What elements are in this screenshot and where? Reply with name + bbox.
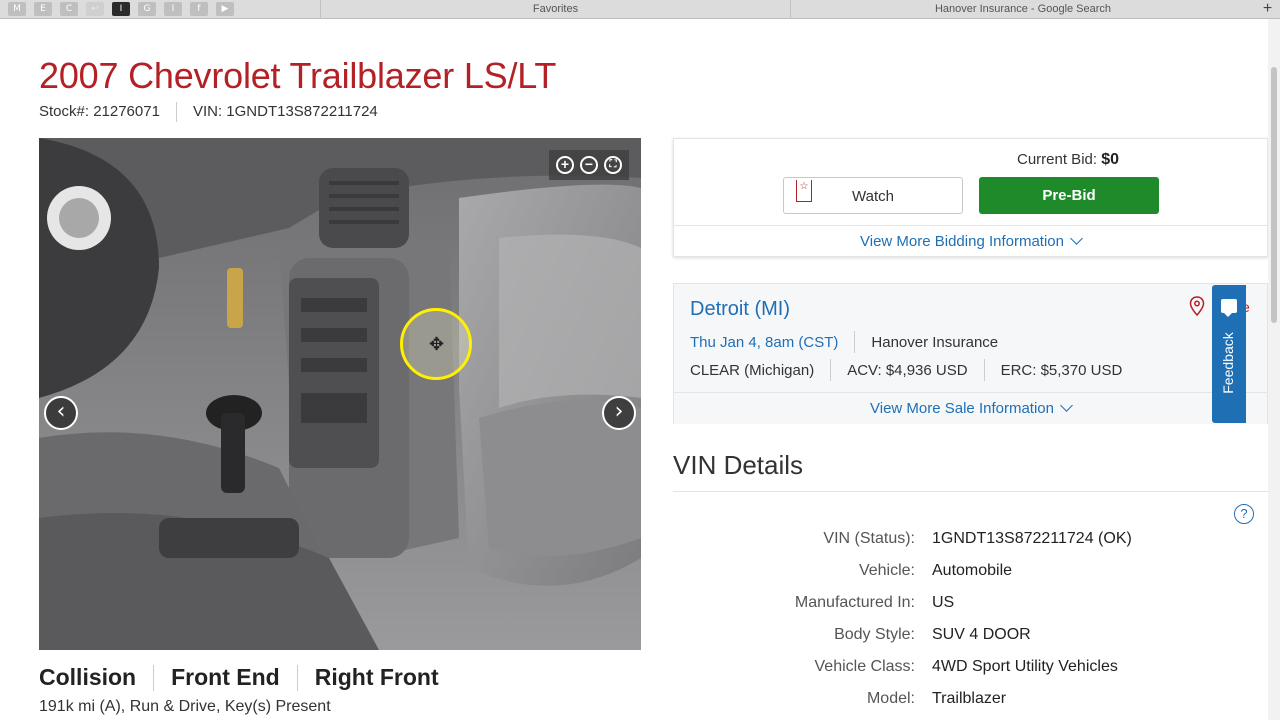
new-tab-button[interactable]: + (1255, 0, 1280, 18)
chevron-down-icon (1070, 232, 1083, 245)
vin-detail-row: Vehicle Class: 4WD Sport Utility Vehicle… (673, 658, 1233, 690)
damage-secondary: Front End (171, 664, 280, 690)
map-pin-icon[interactable] (1189, 296, 1205, 316)
fullscreen-icon[interactable]: ⛶ (604, 156, 622, 174)
vin-details-table: VIN (Status): 1GNDT13S872211724 (OK) Veh… (673, 530, 1233, 722)
divider (830, 359, 832, 381)
vin-detail-row: Vehicle: Automobile (673, 562, 1233, 594)
vehicle-photo-viewer[interactable]: + − ⛶ ‹ › ✥ (39, 138, 641, 650)
erc-value: ERC: $5,370 USD (1000, 361, 1123, 379)
vin-detail-value: US (932, 594, 955, 611)
divider (854, 331, 856, 353)
facebook-favicon[interactable]: f (190, 2, 208, 16)
browser-tab-strip: M E C ↩ I G I f ▶ Favorites Hanover Insu… (0, 0, 1280, 19)
stock-vin-line: Stock#: 21276071 VIN: 1GNDT13S872211724 (39, 102, 378, 122)
vehicle-interior-photo (39, 138, 641, 650)
divider (153, 664, 155, 691)
vin-detail-key: Body Style: (834, 626, 915, 643)
move-cursor-icon: ✥ (429, 334, 445, 354)
sale-date-link[interactable]: Thu Jan 4, 8am (CST) (690, 334, 838, 351)
prev-photo-button[interactable]: ‹ (44, 396, 78, 430)
page-scrollbar[interactable] (1268, 19, 1280, 720)
watchlist-star-icon: ☆ (796, 180, 812, 202)
i-favicon-active[interactable]: I (112, 2, 130, 16)
title-status: CLEAR (Michigan) (690, 361, 815, 379)
watch-button[interactable]: ☆ Watch (783, 177, 963, 214)
acv-value: ACV: $4,936 USD (847, 361, 968, 379)
divider (673, 491, 1268, 492)
view-more-sale-link[interactable]: View More Sale Information (674, 392, 1267, 424)
chevron-down-icon (1060, 399, 1073, 412)
favorites-bar: M E C ↩ I G I f ▶ (0, 0, 320, 18)
vin-detail-row: Body Style: SUV 4 DOOR (673, 626, 1233, 658)
i-favicon[interactable]: I (164, 2, 182, 16)
vin-detail-key: Vehicle Class: (814, 658, 916, 675)
vin-detail-key: Vehicle: (858, 562, 915, 579)
damage-tertiary: Right Front (314, 664, 439, 690)
help-icon[interactable]: ? (1234, 504, 1254, 524)
view-more-bidding-link[interactable]: View More Bidding Information (674, 225, 1267, 257)
g-favicon[interactable]: G (138, 2, 156, 16)
current-bid-value: $0 (1101, 151, 1120, 168)
divider (983, 359, 985, 381)
damage-summary: Collision Front End Right Front (39, 664, 439, 691)
damage-primary: Collision (39, 664, 137, 690)
vin-detail-key: VIN (Status): (823, 530, 915, 547)
watch-label: Watch (852, 188, 894, 205)
pre-bid-button[interactable]: Pre-Bid (979, 177, 1159, 214)
vin-detail-row: Manufactured In: US (673, 594, 1233, 626)
vin-detail-value: SUV 4 DOOR (932, 626, 1031, 643)
divider (175, 102, 177, 122)
vehicle-status: 191k mi (A), Run & Drive, Key(s) Present (39, 698, 331, 715)
zoom-controls: + − ⛶ (549, 150, 629, 180)
current-bid: Current Bid: $0 (1017, 151, 1119, 169)
vin-detail-row: Model: Trailblazer (673, 690, 1233, 722)
sale-info-panel: Detroit (MI) e Thu Jan 4, 8am (CST) Hano… (673, 283, 1268, 424)
sale-values-row: CLEAR (Michigan) ACV: $4,936 USD ERC: $5… (690, 359, 1122, 381)
tab-google-search[interactable]: Hanover Insurance - Google Search (790, 0, 1255, 19)
vin-detail-row: VIN (Status): 1GNDT13S872211724 (OK) (673, 530, 1233, 562)
current-bid-label: Current Bid: (1017, 151, 1098, 168)
vin-number: VIN: 1GNDT13S872211724 (192, 103, 378, 120)
vin-detail-key: Model: (866, 690, 915, 707)
vin-detail-value: Automobile (932, 562, 1013, 579)
next-photo-button[interactable]: › (602, 396, 636, 430)
vin-detail-value: 1GNDT13S872211724 (OK) (932, 530, 1132, 547)
zoom-in-icon[interactable]: + (556, 156, 574, 174)
vin-details-heading: VIN Details (673, 450, 804, 480)
divider (296, 664, 298, 691)
page-title: 2007 Chevrolet Trailblazer LS/LT (39, 55, 557, 96)
vin-detail-value: 4WD Sport Utility Vehicles (932, 658, 1118, 675)
cursor-highlight: ✥ (400, 308, 472, 380)
zoom-out-icon[interactable]: − (580, 156, 598, 174)
view-more-bidding-label: View More Bidding Information (860, 233, 1064, 250)
stock-number: Stock#: 21276071 (39, 103, 160, 120)
c-favicon[interactable]: C (60, 2, 78, 16)
seller-name: Hanover Insurance (871, 333, 999, 351)
bid-panel: Current Bid: $0 ☆ Watch Pre-Bid View Mor… (673, 138, 1268, 257)
vin-detail-key: Manufactured In: (794, 594, 915, 611)
feedback-tab[interactable]: Feedback (1212, 285, 1246, 423)
e-favicon[interactable]: E (34, 2, 52, 16)
back-favicon[interactable]: ↩ (86, 2, 104, 16)
feedback-label: Feedback (1220, 332, 1236, 394)
m-favicon[interactable]: M (8, 2, 26, 16)
view-more-sale-label: View More Sale Information (870, 400, 1054, 417)
sale-date-row: Thu Jan 4, 8am (CST) Hanover Insurance (690, 331, 998, 353)
tab-favorites[interactable]: Favorites (320, 0, 790, 19)
sale-location-link[interactable]: Detroit (MI) (690, 298, 790, 321)
vin-detail-value: Trailblazer (932, 690, 1007, 707)
chat-bubble-icon (1221, 299, 1237, 317)
scrollbar-thumb[interactable] (1271, 67, 1277, 323)
youtube-favicon[interactable]: ▶ (216, 2, 234, 16)
